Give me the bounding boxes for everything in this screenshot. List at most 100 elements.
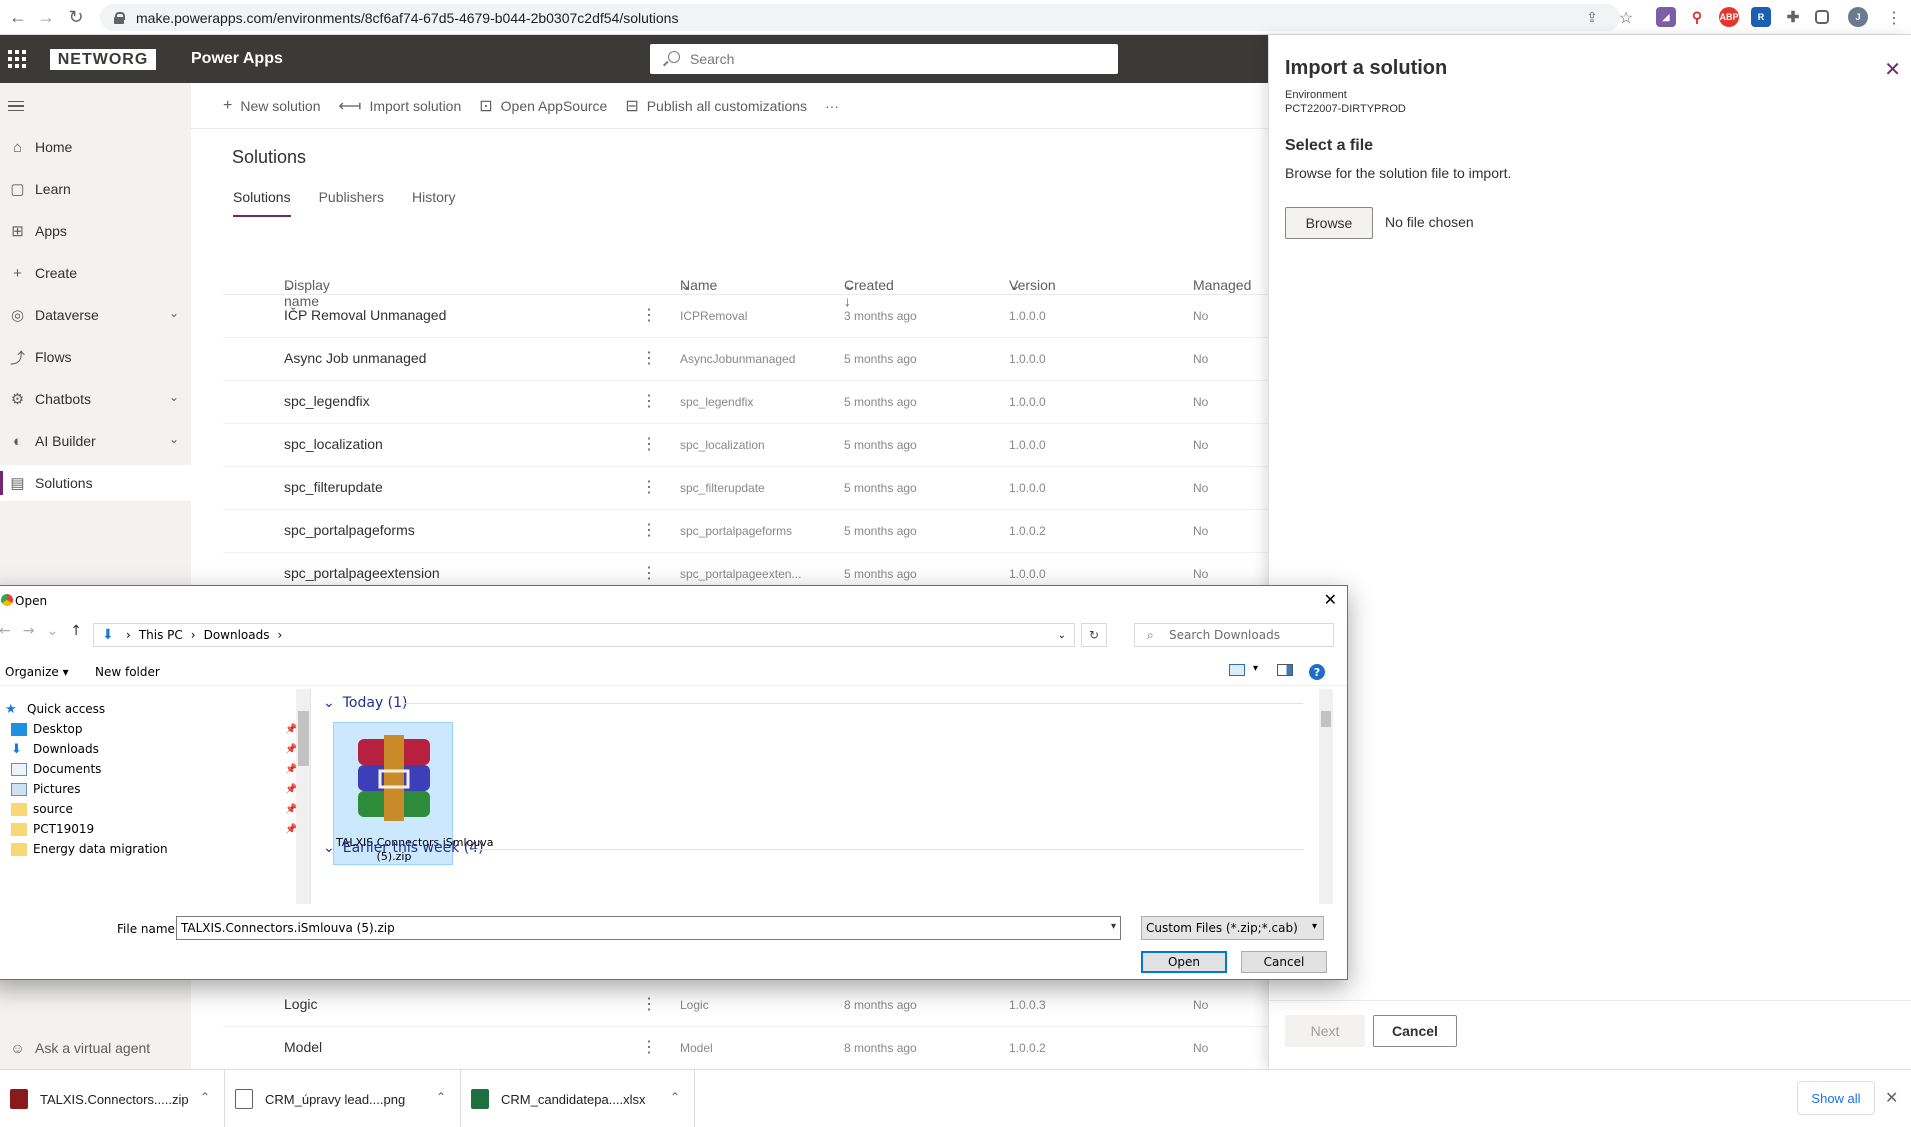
hamburger-icon[interactable] bbox=[8, 101, 24, 111]
import-solution-button[interactable]: ⟻ Import solution bbox=[339, 96, 462, 116]
more-icon[interactable]: ⋮ bbox=[641, 305, 657, 325]
sidepanel-icon[interactable] bbox=[1815, 10, 1829, 24]
virtual-agent-link[interactable]: ☺ Ask a virtual agent bbox=[0, 1028, 191, 1068]
address-bar[interactable]: make.powerapps.com/environments/8cf6af74… bbox=[100, 4, 1620, 31]
table-row[interactable]: Model ⋮ Model 8 months ago 1.0.0.2 No bbox=[223, 1027, 1268, 1070]
file-name-input[interactable]: TALXIS.Connectors.iSmlouva (5).zip ▾ bbox=[176, 916, 1121, 940]
download-item[interactable]: CRM_candidatepa....xlsx ⌃ bbox=[461, 1070, 695, 1127]
table-row[interactable]: spc_portalpageforms ⋮ spc_portalpageforms 5… bbox=[223, 510, 1268, 553]
show-all-button[interactable]: Show all bbox=[1797, 1081, 1875, 1115]
sidebar-item-apps[interactable]: ⊞ Apps bbox=[0, 213, 191, 249]
sidebar-item-chatbots[interactable]: ⚙ Chatbots ⌄ bbox=[0, 381, 191, 417]
open-button[interactable]: Open bbox=[1141, 951, 1227, 973]
sidebar-item-create[interactable]: + Create bbox=[0, 255, 191, 291]
chevron-up-icon[interactable]: ⌃ bbox=[436, 1090, 446, 1104]
table-row[interactable]: Logic ⋮ Logic 8 months ago 1.0.0.3 No bbox=[223, 984, 1268, 1027]
up-arrow-icon[interactable]: ↑ bbox=[70, 623, 82, 639]
close-icon[interactable]: ✕ bbox=[1885, 1088, 1898, 1108]
sidebar-item-flows[interactable]: ⤴ Flows bbox=[0, 339, 191, 375]
app-title[interactable]: Power Apps bbox=[191, 50, 283, 68]
dialog-address-bar[interactable]: ⬇ › This PC › Downloads › ⌄ bbox=[93, 623, 1075, 647]
download-item[interactable]: TALXIS.Connectors.....zip ⌃ bbox=[0, 1070, 225, 1127]
extension-pin-icon[interactable]: ⚲ bbox=[1687, 7, 1707, 27]
browser-menu-icon[interactable]: ⋮ bbox=[1880, 0, 1908, 35]
more-icon[interactable]: ⋮ bbox=[641, 477, 657, 497]
group-today[interactable]: ⌄ Today (1) bbox=[323, 695, 408, 711]
tree-scrollbar[interactable] bbox=[296, 689, 310, 904]
download-item[interactable]: CRM_úpravy lead....png ⌃ bbox=[225, 1070, 461, 1127]
tree-item-documents[interactable]: Documents 📌 bbox=[11, 759, 297, 779]
new-solution-button[interactable]: + New solution bbox=[223, 97, 321, 115]
more-icon[interactable]: ⋮ bbox=[641, 391, 657, 411]
preview-pane-icon[interactable] bbox=[1277, 664, 1293, 676]
puzzle-icon[interactable]: ✚ bbox=[1783, 7, 1803, 27]
reload-icon[interactable]: ↻ bbox=[62, 0, 90, 35]
breadcrumb-this-pc[interactable]: This PC bbox=[139, 628, 183, 642]
view-options-icon[interactable] bbox=[1229, 664, 1245, 676]
chevron-down-icon[interactable]: ▾ bbox=[1111, 921, 1116, 932]
extension-icon[interactable]: R bbox=[1751, 7, 1771, 27]
sidebar-item-home[interactable]: ⌂ Home bbox=[0, 129, 191, 165]
browse-button[interactable]: Browse bbox=[1285, 207, 1373, 239]
org-logo[interactable]: NETWORG bbox=[50, 49, 156, 70]
chevron-down-icon[interactable]: ⌄ bbox=[1058, 630, 1066, 641]
table-row[interactable]: spc_localization ⋮ spc_localization 5 month… bbox=[223, 424, 1268, 467]
adblock-icon[interactable]: ABP bbox=[1719, 7, 1739, 27]
more-icon[interactable]: ⋮ bbox=[641, 1037, 657, 1057]
publish-all-button[interactable]: ⊟ Publish all customizations bbox=[625, 96, 807, 116]
profile-avatar[interactable]: J bbox=[1848, 7, 1868, 27]
table-row[interactable]: spc_filterupdate ⋮ spc_filterupdate 5 month… bbox=[223, 467, 1268, 510]
back-icon[interactable]: ← bbox=[0, 623, 11, 639]
help-icon[interactable]: ? bbox=[1309, 664, 1325, 680]
dialog-search-input[interactable]: ⌕ Search Downloads bbox=[1134, 623, 1334, 647]
file-type-select[interactable]: Custom Files (*.zip;*.cab) ▾ bbox=[1141, 916, 1324, 940]
tree-item-downloads[interactable]: ⬇ Downloads 📌 bbox=[11, 739, 297, 759]
sidebar-item-solutions[interactable]: ▤ Solutions bbox=[0, 465, 191, 501]
tree-item-pct19019[interactable]: PCT19019 📌 bbox=[11, 819, 297, 839]
chevron-down-icon[interactable]: ⌄ bbox=[169, 306, 179, 320]
table-row[interactable]: IČP Removal Unmanaged ⋮ ICPRemoval 3 months… bbox=[223, 295, 1268, 338]
organize-button[interactable]: Organize ▾ bbox=[5, 665, 69, 679]
more-icon[interactable]: ⋮ bbox=[641, 434, 657, 454]
sidebar-item-dataverse[interactable]: ◎ Dataverse ⌄ bbox=[0, 297, 191, 333]
scroll-thumb[interactable] bbox=[298, 711, 309, 766]
scroll-thumb[interactable] bbox=[1321, 711, 1331, 727]
file-list-scrollbar[interactable] bbox=[1319, 689, 1333, 904]
tree-item-pictures[interactable]: Pictures 📌 bbox=[11, 779, 297, 799]
forward-icon[interactable]: → bbox=[23, 623, 35, 639]
close-icon[interactable]: ✕ bbox=[1884, 57, 1901, 82]
refresh-icon[interactable]: ↻ bbox=[1081, 623, 1107, 647]
more-icon[interactable]: ⋮ bbox=[641, 994, 657, 1014]
chevron-down-icon[interactable]: ⌄ bbox=[169, 432, 179, 446]
open-appsource-button[interactable]: ⊡ Open AppSource bbox=[479, 96, 607, 116]
forward-icon[interactable]: → bbox=[32, 0, 60, 35]
close-icon[interactable]: ✕ bbox=[1324, 590, 1337, 609]
table-row[interactable]: spc_legendfix ⋮ spc_legendfix 5 months ago 1… bbox=[223, 381, 1268, 424]
chevron-down-icon[interactable]: ⌄ bbox=[169, 390, 179, 404]
breadcrumb-downloads[interactable]: Downloads bbox=[204, 628, 270, 642]
sidebar-item-learn[interactable]: ▢ Learn bbox=[0, 171, 191, 207]
chevron-up-icon[interactable]: ⌃ bbox=[670, 1090, 680, 1104]
extension-icon[interactable]: ◢ bbox=[1656, 7, 1676, 27]
more-commands-button[interactable]: ··· bbox=[825, 98, 839, 114]
tree-item-energy-data-migration[interactable]: Energy data migration bbox=[11, 839, 168, 859]
waffle-icon[interactable] bbox=[8, 50, 26, 68]
back-icon[interactable]: ← bbox=[4, 0, 32, 35]
bookmark-star-icon[interactable]: ☆ bbox=[1612, 4, 1640, 31]
search-box[interactable]: Search bbox=[650, 44, 1118, 74]
tab-history[interactable]: History bbox=[412, 189, 456, 217]
share-icon[interactable]: ⇪ bbox=[1578, 4, 1606, 31]
cancel-button[interactable]: Cancel bbox=[1373, 1015, 1457, 1047]
group-earlier-this-week[interactable]: ⌄ Earlier this week (4) bbox=[323, 840, 484, 856]
tab-publishers[interactable]: Publishers bbox=[319, 189, 384, 217]
new-folder-button[interactable]: New folder bbox=[95, 665, 160, 679]
more-icon[interactable]: ⋮ bbox=[641, 563, 657, 583]
chevron-down-icon[interactable]: ▾ bbox=[1253, 663, 1258, 674]
table-row[interactable]: Async Job unmanaged ⋮ AsyncJobunmanaged 5 m… bbox=[223, 338, 1268, 381]
chevron-down-icon[interactable]: ⌄ bbox=[46, 623, 58, 639]
tree-item-desktop[interactable]: Desktop 📌 bbox=[11, 719, 297, 739]
next-button[interactable]: Next bbox=[1285, 1015, 1365, 1047]
sidebar-item-ai-builder[interactable]: ◐ AI Builder ⌄ bbox=[0, 423, 191, 459]
dialog-cancel-button[interactable]: Cancel bbox=[1241, 951, 1327, 973]
tree-item-quick-access[interactable]: ★ Quick access bbox=[5, 699, 105, 719]
